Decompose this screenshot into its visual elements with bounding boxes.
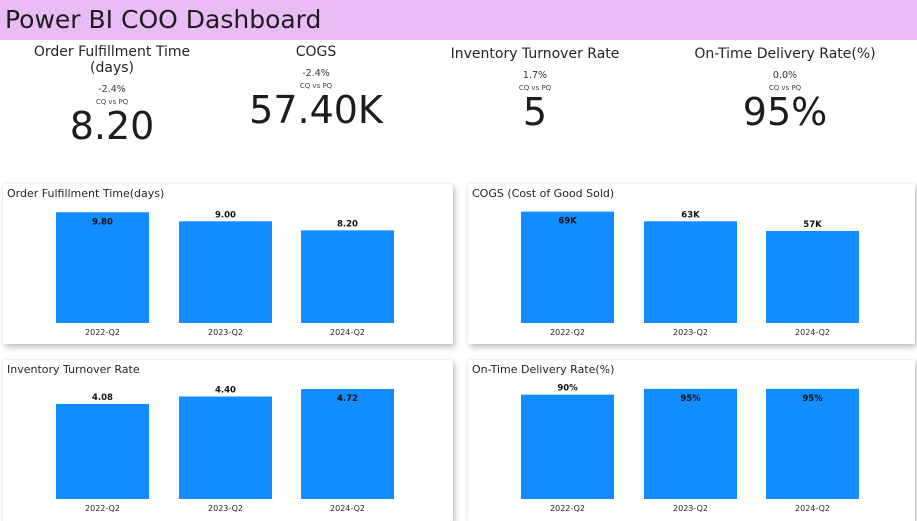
inventory-turnover-bar-chart[interactable]: 4.08 2022-Q2 4.40 2023-Q2 4.72 2024-Q2 — [3, 360, 453, 521]
kpi-title: Inventory Turnover Rate — [450, 46, 620, 62]
kpi-card-on-time-delivery[interactable]: On-Time Delivery Rate(%) 0.0% CQ vs PQ 9… — [680, 46, 890, 166]
x-axis-tick-label: 2024-Q2 — [330, 504, 365, 513]
kpi-value: 95% — [742, 90, 828, 134]
bar-data-label: 69K — [558, 217, 577, 227]
x-axis-tick-label: 2023-Q2 — [673, 328, 708, 337]
x-axis-tick-label: 2023-Q2 — [208, 328, 243, 337]
x-axis-tick-label: 2023-Q2 — [673, 504, 708, 513]
bar-data-label: 9.00 — [215, 210, 236, 220]
bar-data-label: 90% — [557, 384, 578, 394]
kpi-change: -2.4% — [98, 84, 126, 95]
kpi-change: 0.0% — [772, 70, 798, 81]
kpi-card-inventory-turnover[interactable]: Inventory Turnover Rate 1.7% CQ vs PQ 5 — [435, 46, 635, 166]
x-axis-tick-label: 2022-Q2 — [550, 504, 585, 513]
bar-data-label: 63K — [681, 210, 700, 220]
kpi-card-cogs[interactable]: COGS -2.4% CQ vs PQ 57.40K — [236, 44, 396, 164]
bar-data-label: 4.72 — [337, 394, 358, 404]
bar-2022-Q2[interactable] — [521, 211, 614, 323]
kpi-title: On-Time Delivery Rate(%) — [694, 46, 876, 62]
bar-2022-Q2[interactable] — [56, 403, 149, 499]
x-axis-tick-label: 2024-Q2 — [795, 328, 830, 337]
chart-panel-inventory-turnover[interactable]: Inventory Turnover Rate 4.08 2022-Q2 4.40 2… — [3, 360, 453, 521]
bar-data-label: 4.08 — [92, 393, 113, 403]
bar-data-label: 8.20 — [337, 219, 358, 229]
kpi-value: 8.20 — [69, 104, 155, 148]
order-fulfillment-bar-chart[interactable]: 9.80 2022-Q2 9.00 2023-Q2 8.20 2024-Q2 — [3, 184, 453, 344]
kpi-change: -2.4% — [302, 68, 330, 79]
chart-panel-order-fulfillment[interactable]: Order Fulfillment Time(days) 9.80 2022-Q2… — [3, 184, 453, 344]
dashboard-title: Power BI COO Dashboard — [5, 5, 322, 34]
kpi-value: 57.40K — [249, 88, 383, 132]
bar-2023-Q2[interactable] — [644, 221, 737, 323]
chart-panel-on-time-delivery[interactable]: On-Time Delivery Rate(%) 90% 2022-Q2 95% 20… — [468, 360, 915, 521]
x-axis-tick-label: 2023-Q2 — [208, 504, 243, 513]
on-time-delivery-bar-chart[interactable]: 90% 2022-Q2 95% 2023-Q2 95% 2024-Q2 — [468, 360, 915, 521]
kpi-value: 5 — [522, 90, 548, 134]
bar-2023-Q2[interactable] — [179, 221, 272, 323]
kpi-change: 1.7% — [522, 70, 548, 81]
bar-2022-Q2[interactable] — [521, 394, 614, 499]
cogs-bar-chart[interactable]: 69K 2022-Q2 63K 2023-Q2 57K 2024-Q2 — [468, 184, 915, 344]
bar-data-label: 9.80 — [92, 217, 113, 227]
bar-2024-Q2[interactable] — [766, 388, 859, 499]
bar-2023-Q2[interactable] — [644, 388, 737, 499]
bar-2024-Q2[interactable] — [301, 389, 394, 499]
dashboard-header: Power BI COO Dashboard — [0, 0, 917, 40]
bar-2023-Q2[interactable] — [179, 396, 272, 499]
x-axis-tick-label: 2022-Q2 — [85, 504, 120, 513]
bar-2022-Q2[interactable] — [56, 212, 149, 323]
x-axis-tick-label: 2024-Q2 — [795, 504, 830, 513]
bar-data-label: 95% — [680, 394, 701, 404]
x-axis-tick-label: 2022-Q2 — [85, 328, 120, 337]
bar-data-label: 57K — [803, 220, 822, 230]
x-axis-tick-label: 2022-Q2 — [550, 328, 585, 337]
x-axis-tick-label: 2024-Q2 — [330, 328, 365, 337]
bar-2024-Q2[interactable] — [301, 230, 394, 323]
kpi-title: Order Fulfillment Time (days) — [33, 44, 191, 76]
chart-panel-cogs[interactable]: COGS (Cost of Good Sold) 69K 2022-Q2 63K 20… — [468, 184, 915, 344]
bar-data-label: 4.40 — [215, 385, 236, 395]
bar-data-label: 95% — [802, 394, 823, 404]
bar-2024-Q2[interactable] — [766, 230, 859, 323]
kpi-title: COGS — [295, 44, 337, 60]
kpi-card-order-fulfillment[interactable]: Order Fulfillment Time (days) -2.4% CQ v… — [12, 44, 212, 164]
